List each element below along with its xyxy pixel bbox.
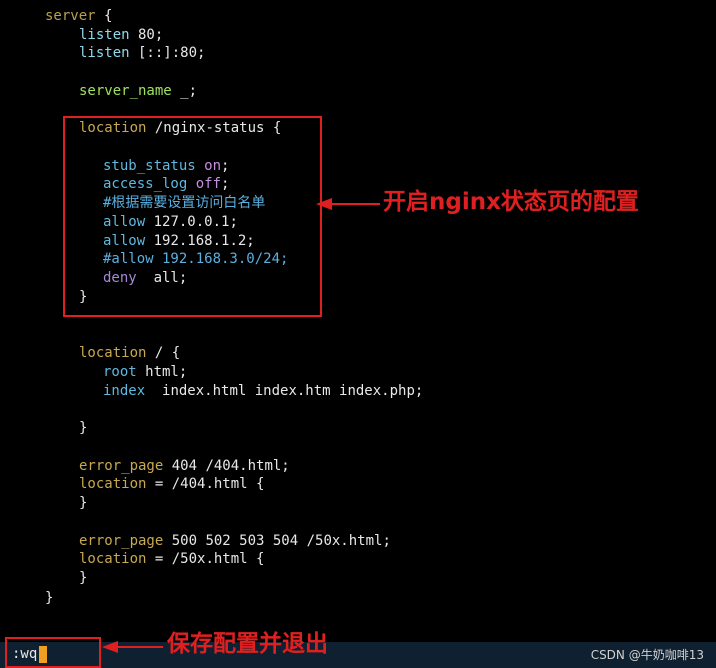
code-line: location = /50x.html {	[79, 550, 264, 569]
code-token: [::]:80;	[129, 45, 206, 61]
code-token: 500 502 503 504 /50x.html;	[163, 533, 391, 549]
code-token: {	[95, 8, 113, 24]
code-token: }	[79, 420, 88, 436]
code-token: root	[103, 364, 137, 380]
code-token: listen	[79, 27, 130, 43]
code-line: }	[45, 589, 53, 608]
code-token: }	[45, 590, 54, 606]
code-token: html;	[136, 364, 188, 380]
code-line: error_page 500 502 503 504 /50x.html;	[79, 532, 391, 551]
status-arrow-line	[330, 203, 380, 205]
code-token: 80;	[129, 27, 164, 43]
code-token: server	[45, 8, 96, 24]
code-token: server_name	[79, 83, 172, 99]
code-token: / {	[146, 345, 181, 361]
code-line: }	[79, 419, 87, 438]
code-line: }	[79, 569, 87, 588]
code-line: }	[79, 494, 87, 513]
code-token: location	[79, 551, 147, 567]
code-line: location = /404.html {	[79, 475, 264, 494]
code-token: }	[79, 570, 88, 586]
code-token: error_page	[79, 458, 164, 474]
terminal-window: server {listen 80; listen [::]:80; server_…	[0, 0, 716, 668]
code-token: location	[79, 476, 147, 492]
code-token: = /404.html {	[146, 476, 265, 492]
code-token: _;	[171, 83, 198, 99]
code-token: 404 /404.html;	[163, 458, 290, 474]
command-highlight-box	[5, 637, 101, 668]
code-line: location / {	[79, 344, 180, 363]
save-note: 保存配置并退出	[167, 631, 328, 657]
code-line: error_page 404 /404.html;	[79, 457, 290, 476]
code-line: server_name _;	[79, 82, 197, 101]
code-token: error_page	[79, 533, 164, 549]
watermark: CSDN @牛奶咖啡13	[590, 648, 704, 662]
code-line: listen 80;	[79, 26, 163, 45]
code-line: index index.html index.htm index.php;	[103, 382, 423, 401]
status-block-highlight-box	[63, 116, 322, 317]
save-arrow-head-icon	[102, 641, 118, 653]
code-token: location	[79, 345, 147, 361]
code-token: index	[103, 383, 146, 399]
save-arrow-line	[115, 646, 163, 648]
code-token: = /50x.html {	[146, 551, 265, 567]
status-page-note: 开启nginx状态页的配置	[383, 189, 639, 215]
code-token: index.html index.htm index.php;	[145, 383, 424, 399]
code-line: listen [::]:80;	[79, 44, 205, 63]
code-token: }	[79, 495, 88, 511]
code-line: server {	[45, 7, 112, 26]
code-line: root html;	[103, 363, 187, 382]
status-arrow-head-icon	[316, 198, 332, 210]
code-token: listen	[79, 45, 130, 61]
